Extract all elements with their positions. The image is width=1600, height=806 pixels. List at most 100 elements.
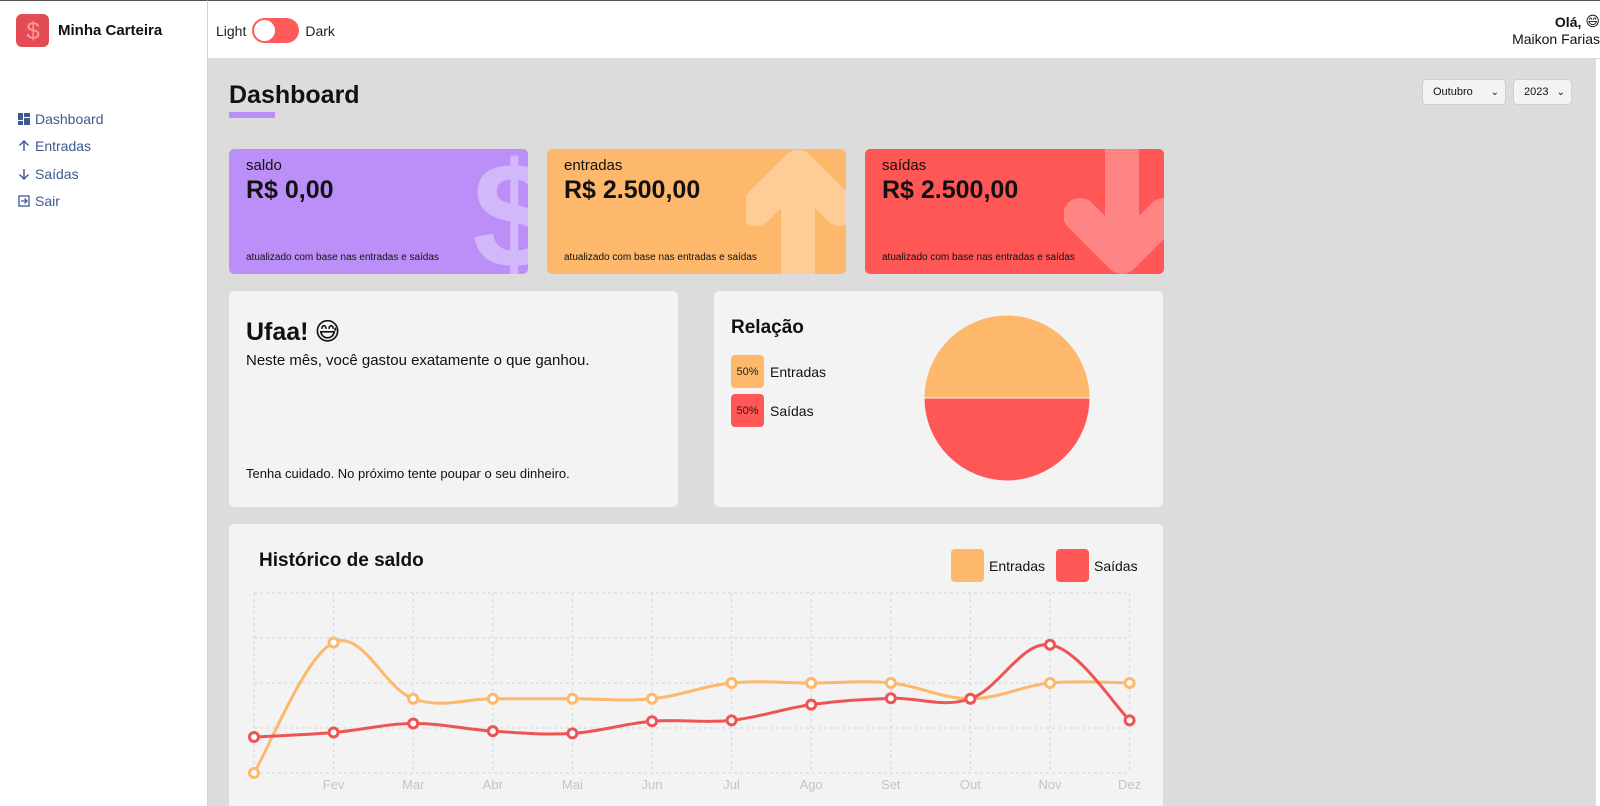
username: Maikon Farias (1512, 31, 1600, 47)
data-point-entradas[interactable] (1044, 677, 1056, 689)
relation-legend-saidas: 50% Saídas (731, 394, 814, 427)
message-footer: Tenha cuidado. No próximo tente poupar o… (246, 466, 570, 481)
data-point-sadas[interactable] (725, 714, 738, 727)
data-point-entradas[interactable] (407, 692, 420, 705)
relation-pie-chart (923, 314, 1091, 482)
dashboard-icon (18, 112, 30, 125)
pie-slice-entradas (923, 314, 1091, 399)
card-note: atualizado com base nas entradas e saída… (882, 252, 1075, 263)
brand[interactable]: $ Minha Carteira (16, 14, 162, 47)
x-tick-label: Fev (323, 777, 345, 792)
arrow-up-icon (746, 150, 846, 274)
message-title-text: Ufaa! (246, 317, 309, 346)
x-tick-label: Jun (642, 777, 663, 792)
year-select-value: 2023 (1524, 86, 1549, 98)
arrow-up-icon (18, 140, 30, 152)
theme-dark-label: Dark (305, 22, 335, 39)
data-point-sadas[interactable] (407, 717, 420, 730)
title-underline (229, 112, 275, 118)
message-panel: Ufaa! 😅 Neste mês, você gastou exatament… (229, 291, 678, 507)
arrow-down-icon (1064, 149, 1164, 274)
sidebar-item-entradas[interactable]: Entradas (18, 133, 104, 161)
x-tick-label: Mar (402, 777, 425, 792)
sidebar-item-saidas[interactable]: Saídas (18, 160, 104, 188)
data-point-entradas[interactable] (884, 677, 897, 689)
sidebar-item-label: Dashboard (35, 110, 104, 127)
month-select[interactable]: Outubro ⌄ (1422, 79, 1506, 105)
theme-toggle: Light Dark (216, 18, 335, 43)
data-point-sadas[interactable] (884, 692, 897, 705)
data-point-sadas[interactable] (327, 726, 340, 739)
x-tick-label: Abr (483, 777, 504, 792)
card-value: R$ 2.500,00 (564, 176, 701, 204)
data-point-entradas[interactable] (725, 677, 738, 689)
greeting: Olá, 😄 (1512, 13, 1600, 30)
card-label: saídas (882, 157, 927, 174)
card-label: saldo (246, 157, 282, 174)
theme-switch[interactable] (252, 18, 300, 43)
data-point-sadas[interactable] (1044, 638, 1056, 651)
data-point-sadas[interactable] (1123, 714, 1136, 727)
sidebar-item-sair[interactable]: Sair (18, 188, 104, 216)
message-description: Neste mês, você gastou exatamente o que … (246, 352, 590, 369)
svg-text:$: $ (472, 149, 528, 274)
data-point-entradas[interactable] (805, 677, 818, 689)
brand-title: Minha Carteira (58, 22, 163, 39)
x-tick-label: Set (881, 777, 901, 792)
top-header: Light Dark Olá, 😄 Maikon Farias (208, 0, 1600, 59)
page-scrollbar[interactable] (1596, 59, 1600, 806)
relation-percent: 50% (731, 394, 764, 427)
card-value: R$ 2.500,00 (882, 176, 1019, 204)
theme-light-label: Light (216, 22, 247, 39)
card-label: entradas (564, 157, 623, 174)
data-point-sadas[interactable] (248, 731, 260, 743)
x-tick-label: Jul (723, 777, 740, 792)
data-point-entradas[interactable] (646, 692, 658, 705)
income-card: entradas R$ 2.500,00 atualizado com base… (547, 149, 846, 274)
data-point-entradas[interactable] (486, 692, 499, 705)
main-content: Dashboard Outubro ⌄ 2023 ⌄ $ saldo R$ 0,… (208, 59, 1596, 806)
card-note: atualizado com base nas entradas e saída… (246, 252, 439, 263)
chevron-down-icon: ⌄ (1490, 86, 1499, 98)
user-profile: Olá, 😄 Maikon Farias (1512, 13, 1600, 47)
history-panel: Histórico de saldo Entradas Saídas Fev Ma… (229, 524, 1163, 806)
data-point-entradas[interactable] (248, 767, 260, 779)
data-point-entradas[interactable] (327, 636, 340, 649)
data-point-entradas[interactable] (566, 692, 579, 705)
exit-icon (18, 195, 30, 207)
sweat-smile-emoji-icon: 😅 (314, 318, 341, 346)
relation-legend-label: Saídas (770, 402, 814, 419)
data-point-sadas[interactable] (486, 725, 499, 738)
pie-slice-saídas (923, 397, 1091, 482)
relation-percent: 50% (731, 355, 764, 388)
arrow-down-icon (18, 168, 30, 180)
relation-panel: Relação 50% Entradas 50% Saídas (714, 291, 1163, 507)
dollar-icon: $ (472, 149, 528, 274)
svg-text:$: $ (26, 18, 39, 44)
data-point-sadas[interactable] (646, 715, 658, 728)
theme-switch-knob (254, 20, 276, 41)
expense-card: saídas R$ 2.500,00 atualizado com base n… (865, 149, 1164, 274)
data-point-sadas[interactable] (805, 698, 818, 711)
dollar-logo-icon: $ (16, 14, 49, 47)
data-point-entradas[interactable] (1123, 677, 1136, 689)
chevron-down-icon: ⌄ (1556, 86, 1565, 98)
relation-legend-label: Entradas (770, 363, 827, 380)
card-value: R$ 0,00 (246, 176, 334, 204)
sidebar-nav: Dashboard Entradas Saídas Sair (18, 105, 104, 215)
history-line-chart: Fev Mar Abr Mai Jun Jul Ago Set Out Nov Dez (248, 592, 1141, 792)
sidebar-item-label: Saídas (35, 165, 79, 182)
card-note: atualizado com base nas entradas e saída… (564, 252, 757, 263)
year-select[interactable]: 2023 ⌄ (1513, 79, 1572, 105)
x-tick-label: Nov (1038, 777, 1062, 792)
relation-legend-entradas: 50% Entradas (731, 355, 826, 388)
x-tick-label: Ago (800, 777, 823, 792)
sidebar-item-label: Sair (35, 193, 60, 210)
data-point-sadas[interactable] (566, 727, 579, 740)
grinning-emoji-icon: 😄 (1585, 13, 1600, 29)
message-title: Ufaa! 😅 (246, 317, 341, 347)
sidebar-item-label: Entradas (35, 138, 92, 155)
sidebar-item-dashboard[interactable]: Dashboard (18, 105, 104, 133)
month-select-value: Outubro (1433, 86, 1473, 98)
data-point-sadas[interactable] (964, 692, 977, 705)
